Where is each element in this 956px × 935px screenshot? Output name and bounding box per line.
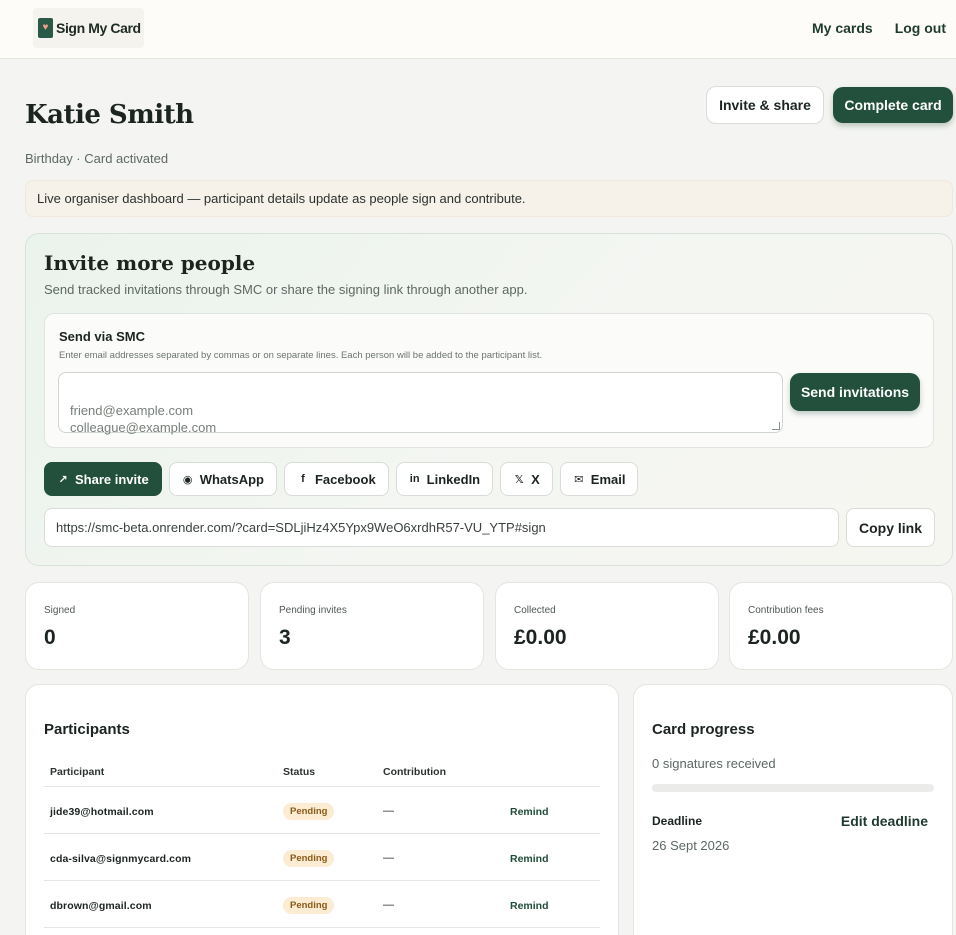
contribution-value: — bbox=[383, 899, 394, 911]
copy-link-button[interactable]: Copy link bbox=[846, 508, 935, 547]
stat-value: £0.00 bbox=[514, 626, 567, 649]
smc-help-text: Enter email addresses separated by comma… bbox=[59, 350, 543, 361]
stat-value: 0 bbox=[44, 626, 56, 649]
email-addresses-textarea[interactable]: friend@example.com colleague@example.com bbox=[58, 372, 783, 435]
deadline-label: Deadline bbox=[652, 814, 703, 828]
brand-name: Sign My Card bbox=[56, 20, 141, 36]
participants-table-header: Participant Status Contribution bbox=[44, 757, 600, 787]
facebook-icon: f bbox=[301, 473, 305, 485]
invite-description: Send tracked invitations through SMC or … bbox=[44, 282, 528, 297]
send-via-smc-box: Send via SMC Enter email addresses separ… bbox=[44, 313, 934, 448]
participant-email: jide39@hotmail.com bbox=[50, 806, 154, 818]
remind-button[interactable]: Remind bbox=[510, 900, 549, 912]
stat-contribution-fees: Contribution fees £0.00 bbox=[729, 582, 953, 670]
x-label: X bbox=[531, 471, 540, 487]
status-badge: Pending bbox=[283, 897, 335, 914]
stat-label: Collected bbox=[514, 605, 556, 616]
resize-handle-icon[interactable] bbox=[772, 422, 780, 430]
table-row: cda-silva@signmycard.com Pending — Remin… bbox=[44, 834, 600, 881]
card-meta: Birthday · Card activated bbox=[25, 151, 169, 166]
complete-card-button[interactable]: Complete card bbox=[833, 87, 953, 123]
invite-share-button[interactable]: Invite & share bbox=[706, 86, 824, 124]
invite-title: Invite more people bbox=[44, 251, 256, 275]
status-badge: Pending bbox=[283, 803, 335, 820]
stat-label: Signed bbox=[44, 605, 76, 616]
send-invitations-button[interactable]: Send invitations bbox=[790, 373, 920, 411]
column-header-status: Status bbox=[283, 766, 316, 778]
whatsapp-share-button[interactable]: ◉ WhatsApp bbox=[168, 462, 277, 496]
x-icon: 𝕏 bbox=[514, 473, 524, 486]
table-row: jide39@hotmail.com Pending — Remind bbox=[44, 787, 600, 834]
participant-email: cda-silva@signmycard.com bbox=[50, 853, 192, 865]
participants-title: Participants bbox=[44, 721, 130, 738]
contribution-value: — bbox=[383, 805, 394, 817]
smc-title: Send via SMC bbox=[59, 329, 145, 344]
stat-pending-invites: Pending invites 3 bbox=[260, 582, 484, 670]
linkedin-label: LinkedIn bbox=[426, 471, 481, 487]
signatures-received-text: 0 signatures received bbox=[652, 756, 776, 771]
share-buttons-row: ↗ Share invite ◉ WhatsApp f Facebook in … bbox=[44, 462, 639, 496]
share-invite-label: Share invite bbox=[75, 471, 149, 487]
live-dashboard-banner: Live organiser dashboard — participant d… bbox=[25, 180, 953, 217]
stat-label: Pending invites bbox=[279, 605, 347, 616]
table-row: dbrown@gmail.com Pending — Remind bbox=[44, 881, 600, 928]
linkedin-share-button[interactable]: in LinkedIn bbox=[395, 462, 494, 496]
x-share-button[interactable]: 𝕏 X bbox=[500, 462, 553, 496]
deadline-value: 26 Sept 2026 bbox=[652, 838, 730, 853]
contribution-value: — bbox=[383, 852, 394, 864]
card-heart-icon: ♥ bbox=[38, 18, 53, 38]
top-header: ♥ Sign My Card My cards Log out bbox=[0, 0, 956, 59]
stat-collected: Collected £0.00 bbox=[495, 582, 719, 670]
brand-logo[interactable]: ♥ Sign My Card bbox=[33, 8, 144, 48]
whatsapp-label: WhatsApp bbox=[199, 471, 264, 487]
card-progress-panel: Card progress 0 signatures received Dead… bbox=[633, 684, 953, 935]
email-label: Email bbox=[590, 471, 626, 487]
linkedin-icon: in bbox=[409, 473, 420, 485]
stat-label: Contribution fees bbox=[748, 605, 824, 616]
stat-value: 3 bbox=[279, 626, 291, 649]
nav-log-out-link[interactable]: Log out bbox=[895, 20, 946, 36]
signing-link-input[interactable]: https://smc-beta.onrender.com/?card=SDLj… bbox=[44, 508, 839, 547]
whatsapp-icon: ◉ bbox=[182, 473, 193, 486]
share-arrow-icon: ↗ bbox=[58, 473, 68, 486]
share-invite-button[interactable]: ↗ Share invite bbox=[44, 462, 162, 496]
card-progress-title: Card progress bbox=[652, 721, 755, 738]
stat-value: £0.00 bbox=[748, 626, 801, 649]
nav-my-cards-link[interactable]: My cards bbox=[812, 20, 873, 36]
signature-progress-bar bbox=[652, 784, 934, 792]
participants-panel: Participants Participant Status Contribu… bbox=[25, 684, 619, 935]
page-title: Katie Smith bbox=[25, 100, 194, 130]
edit-deadline-button[interactable]: Edit deadline bbox=[841, 813, 928, 829]
email-addresses-placeholder: friend@example.com colleague@example.com bbox=[70, 403, 217, 435]
column-header-participant: Participant bbox=[50, 766, 105, 778]
top-nav: My cards Log out bbox=[812, 20, 946, 36]
stat-signed: Signed 0 bbox=[25, 582, 249, 670]
remind-button[interactable]: Remind bbox=[510, 806, 549, 818]
status-badge: Pending bbox=[283, 850, 335, 867]
remind-button[interactable]: Remind bbox=[510, 853, 549, 865]
participant-email: dbrown@gmail.com bbox=[50, 900, 152, 912]
email-icon: ✉ bbox=[574, 473, 584, 486]
facebook-share-button[interactable]: f Facebook bbox=[283, 462, 389, 496]
facebook-label: Facebook bbox=[314, 471, 376, 487]
invite-panel: Invite more people Send tracked invitati… bbox=[25, 233, 953, 566]
column-header-contribution: Contribution bbox=[383, 766, 446, 778]
email-share-button[interactable]: ✉ Email bbox=[559, 462, 639, 496]
